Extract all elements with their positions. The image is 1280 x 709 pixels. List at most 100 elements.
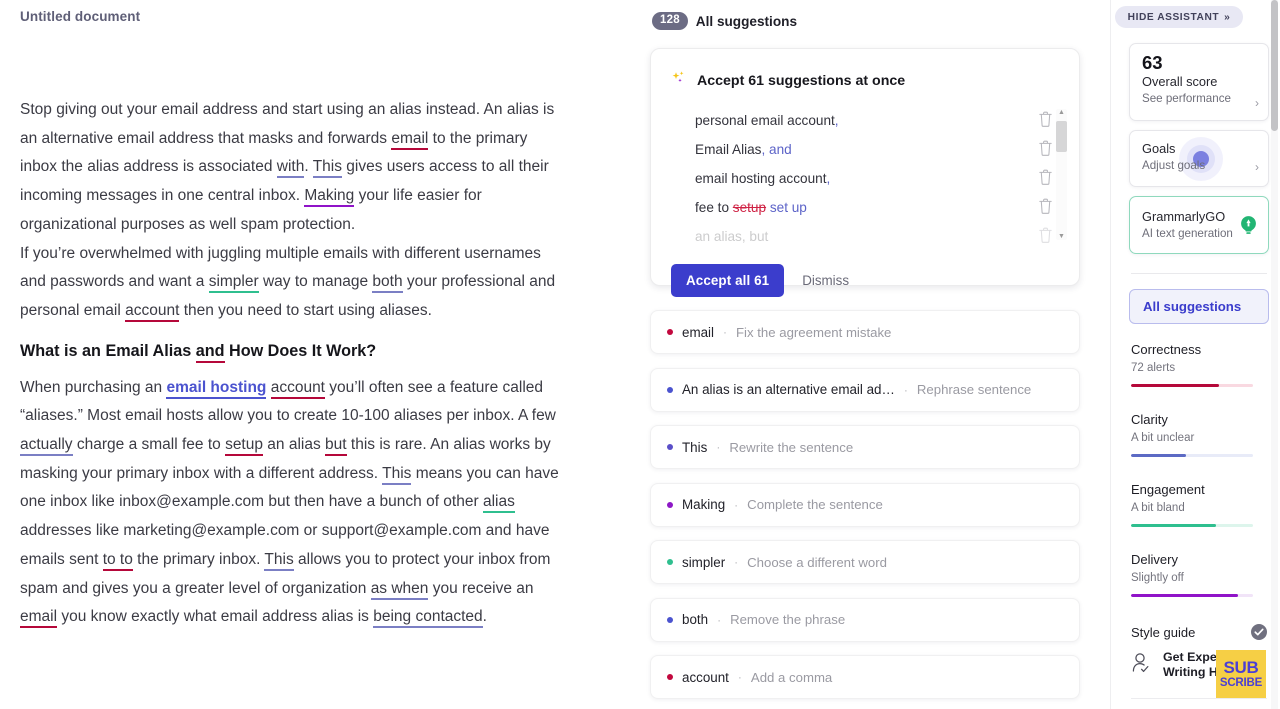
suggestion-action: Rewrite the sentence — [729, 439, 854, 455]
highlight-both[interactable]: both — [372, 273, 403, 294]
suggestion-type-dot — [667, 329, 673, 335]
link-email-hosting[interactable]: email hosting — [166, 378, 267, 399]
accept-card-title: Accept 61 suggestions at once — [697, 73, 906, 89]
accept-card-scrollbar[interactable]: ▲ ▼ — [1056, 109, 1067, 240]
highlight-as-when[interactable]: as when — [370, 579, 429, 600]
suggestion-card[interactable]: account · Add a comma — [650, 655, 1080, 699]
page-scrollbar[interactable] — [1271, 0, 1278, 709]
scroll-up-icon[interactable]: ▲ — [1058, 109, 1065, 116]
text-run: an alias — [262, 436, 326, 454]
accept-all-button[interactable]: Accept all 61 — [671, 264, 785, 297]
suggestion-separator: · — [734, 497, 739, 512]
delete-suggestion-icon[interactable] — [1038, 198, 1053, 217]
scroll-down-icon[interactable]: ▼ — [1058, 233, 1065, 240]
metric-progress-bar — [1131, 454, 1253, 457]
accept-card-item[interactable]: fee to setup set up — [695, 193, 1079, 222]
suggestion-card[interactable]: An alias is an alternative email ad… · Rep… — [650, 367, 1080, 412]
metric-engagement[interactable]: Engagement A bit bland — [1131, 481, 1253, 527]
suggestion-action: Fix the agreement mistake — [736, 324, 892, 340]
suggestion-card[interactable]: Making · Complete the sentence — [650, 482, 1080, 527]
subscribe-overlay-badge[interactable]: SUB SCRIBE — [1216, 650, 1266, 698]
accept-card-item[interactable]: personal email account, — [695, 106, 1079, 135]
metric-name: Engagement — [1131, 482, 1205, 497]
highlight-being-contacted[interactable]: being contacted — [373, 608, 483, 629]
text-run: . — [304, 158, 313, 176]
highlight-account[interactable]: account — [125, 301, 180, 322]
assistant-sidebar: HIDE ASSISTANT » 63 Overall score See pe… — [1110, 0, 1280, 709]
style-guide-row[interactable]: Style guide — [1131, 624, 1267, 640]
metric-clarity[interactable]: Clarity A bit unclear — [1131, 411, 1253, 457]
metric-correctness[interactable]: Correctness 72 alerts — [1131, 341, 1253, 387]
item-comma: , but — [741, 229, 769, 244]
document-title[interactable]: Untitled document — [20, 9, 140, 24]
text-run: What is an Email Alias — [20, 341, 196, 360]
feed-title: All suggestions — [695, 13, 798, 29]
delete-suggestion-icon[interactable] — [1038, 140, 1053, 159]
highlight-this[interactable]: This — [312, 158, 342, 179]
highlight-setup[interactable]: setup — [225, 436, 263, 457]
grammarlygo-card[interactable]: GrammarlyGO AI text generation — [1129, 196, 1269, 254]
item-prefix: email hosting account — [695, 171, 827, 186]
goals-card[interactable]: Goals Adjust goals › — [1129, 130, 1269, 187]
accept-item-text: an alias, but — [695, 229, 768, 244]
chevron-right-icon: › — [1255, 160, 1259, 174]
highlight-to-to[interactable]: to to — [102, 550, 133, 571]
item-replacement-text: set up — [766, 200, 807, 215]
highlight-making[interactable]: Making — [304, 187, 355, 208]
suggestion-card[interactable]: email · Fix the agreement mistake — [650, 310, 1080, 354]
text-run: way to manage — [258, 273, 373, 291]
highlight-with[interactable]: with — [276, 158, 305, 179]
suggestion-word: This — [682, 439, 708, 455]
see-performance-link[interactable]: See performance — [1142, 91, 1268, 107]
accept-card-item[interactable]: an alias, but — [695, 222, 1079, 251]
highlight-and[interactable]: and — [195, 341, 225, 363]
item-prefix: personal email account — [695, 113, 835, 128]
hide-assistant-button[interactable]: HIDE ASSISTANT » — [1115, 6, 1243, 28]
grammarly-editor-window: Untitled document Stop giving out your e… — [0, 0, 1280, 709]
suggestion-type-dot — [667, 444, 673, 450]
highlight-this-2[interactable]: This — [382, 464, 412, 485]
delete-suggestion-icon[interactable] — [1038, 111, 1053, 130]
text-run: the primary inbox. — [132, 550, 265, 568]
item-prefix: Email Alias — [695, 142, 762, 157]
delete-suggestion-icon[interactable] — [1038, 169, 1053, 188]
highlight-this-3[interactable]: This — [264, 550, 294, 571]
suggestion-word: Making — [682, 497, 726, 512]
sidebar-divider — [1131, 273, 1267, 274]
suggestion-type-dot — [667, 501, 673, 508]
text-run: How Does It Work? — [224, 341, 377, 360]
suggestion-card[interactable]: both · Remove the phrase — [650, 597, 1080, 642]
accept-card-item[interactable]: email hosting account, — [695, 164, 1079, 193]
document-heading: What is an Email Alias and How Does It W… — [20, 338, 565, 364]
suggestion-separator: · — [716, 440, 721, 454]
highlight-account-2[interactable]: account — [270, 378, 325, 399]
highlight-alias[interactable]: alias — [482, 493, 515, 514]
overall-score-card[interactable]: 63 Overall score See performance › — [1129, 43, 1269, 121]
highlight-email[interactable]: email — [391, 129, 429, 150]
suggestion-count-badge: 128 — [652, 12, 688, 30]
metric-progress-bar — [1131, 384, 1253, 387]
highlight-email-2[interactable]: email — [20, 608, 58, 629]
metric-delivery[interactable]: Delivery Slightly off — [1131, 551, 1253, 597]
highlight-simpler[interactable]: simpler — [208, 273, 259, 294]
accept-card-item[interactable]: Email Alias, and — [695, 135, 1079, 164]
all-suggestions-tab[interactable]: All suggestions — [1129, 289, 1269, 324]
highlight-actually[interactable]: actually — [20, 436, 73, 457]
delete-suggestion-icon[interactable] — [1038, 227, 1053, 246]
page-scrollbar-thumb[interactable] — [1271, 0, 1278, 131]
highlight-but[interactable]: but — [325, 436, 347, 457]
metric-progress-fill — [1131, 454, 1186, 457]
scrollbar-thumb[interactable] — [1056, 121, 1067, 152]
suggestion-word: account — [682, 669, 729, 685]
text-run: you know exactly what email address alia… — [57, 608, 374, 626]
accept-item-text: personal email account, — [695, 113, 839, 128]
adjust-goals-link[interactable]: Adjust goals — [1142, 158, 1268, 174]
metric-status: A bit unclear — [1131, 432, 1195, 444]
dismiss-button[interactable]: Dismiss — [802, 273, 849, 288]
suggestion-card[interactable]: simpler · Choose a different word — [650, 540, 1080, 584]
metric-progress-fill — [1131, 384, 1219, 387]
suggestion-card[interactable]: This · Rewrite the sentence — [650, 425, 1080, 469]
suggestion-separator: · — [903, 382, 908, 397]
accept-item-text: fee to setup set up — [695, 200, 807, 215]
document-editor-body[interactable]: Stop giving out your email address and s… — [20, 96, 565, 632]
